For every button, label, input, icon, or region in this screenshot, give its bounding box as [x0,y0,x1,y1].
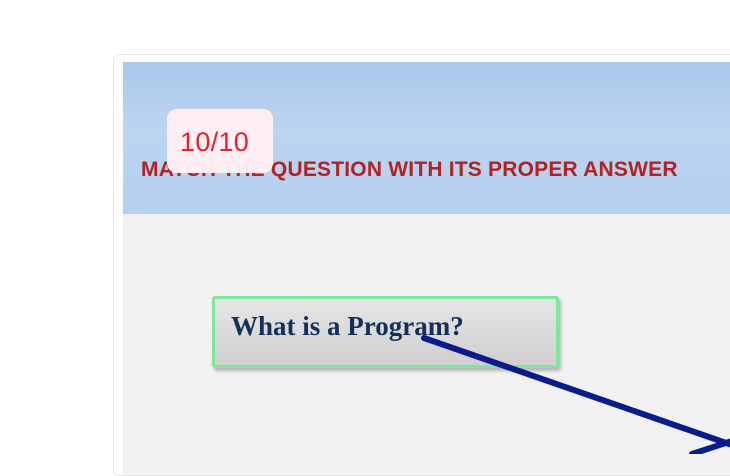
question-label: What is a Program? [231,311,464,341]
question-card-what-is-a-program[interactable]: What is a Program? [212,296,559,368]
score-badge: 10/10 [167,109,273,173]
